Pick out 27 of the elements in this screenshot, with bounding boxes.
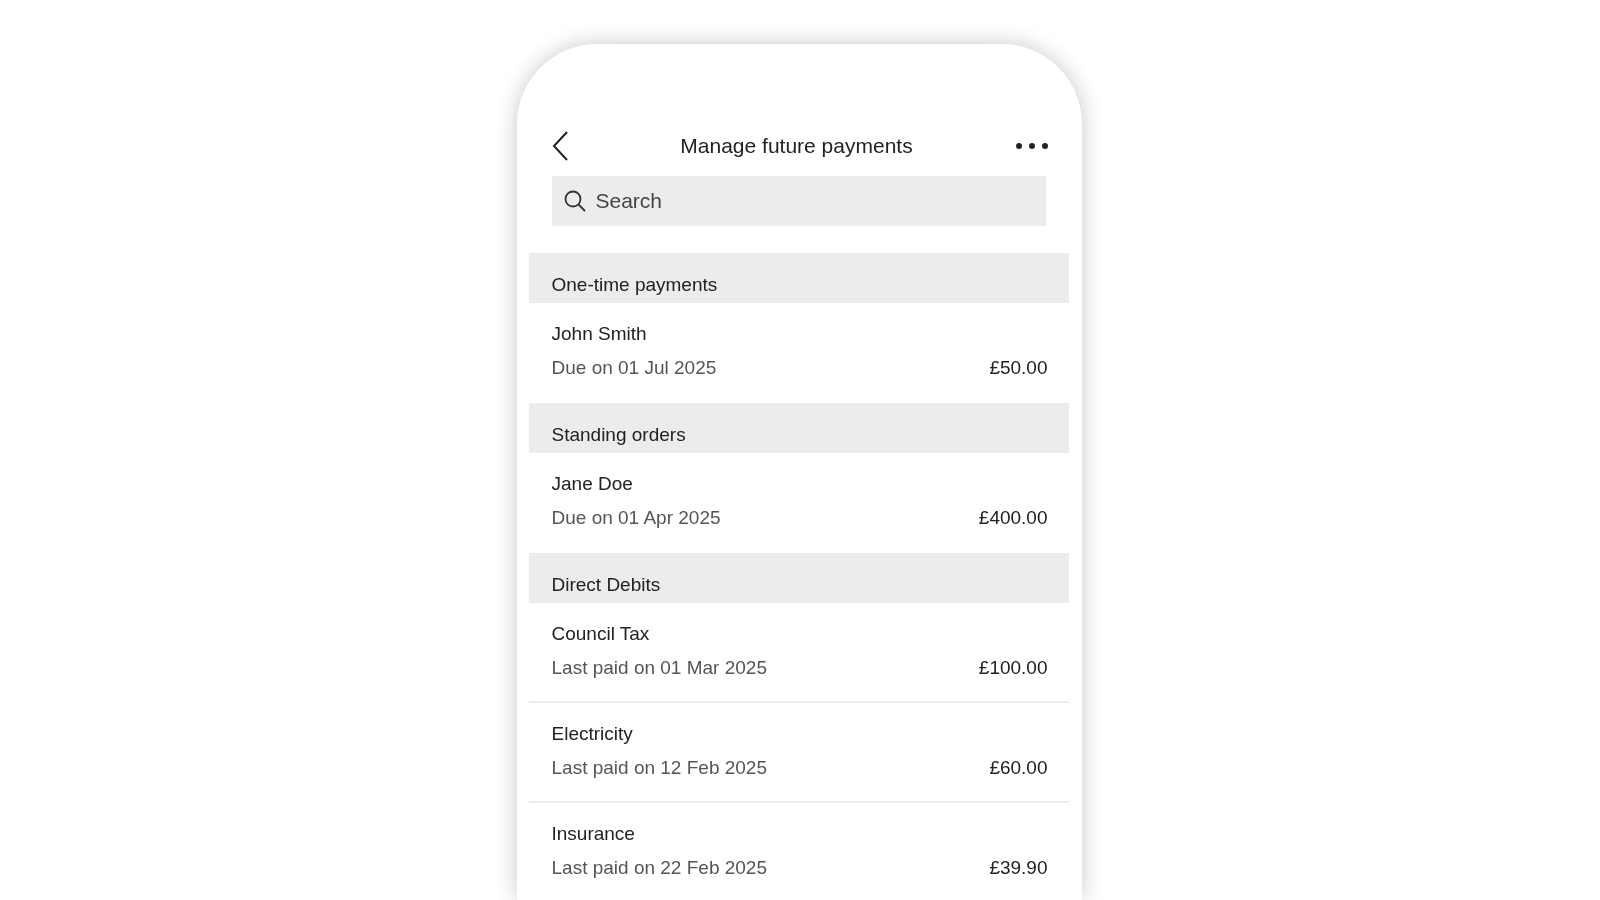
- payment-row[interactable]: Insurance Last paid on 22 Feb 2025 £39.90: [528, 803, 1069, 900]
- payment-amount: £400.00: [978, 507, 1048, 529]
- payee-name: John Smith: [551, 323, 648, 345]
- section-header: Standing orders: [528, 403, 1069, 453]
- payment-row[interactable]: Jane Doe Due on 01 Apr 2025 £400.00: [528, 453, 1069, 553]
- payment-date: Last paid on 01 Mar 2025: [551, 657, 767, 679]
- payment-row[interactable]: Electricity Last paid on 12 Feb 2025 £60.00: [528, 703, 1069, 803]
- payee-name: Council Tax: [551, 623, 651, 645]
- payment-row[interactable]: Council Tax Last paid on 01 Mar 2025 £100.00: [528, 603, 1069, 703]
- payment-amount: £39.90: [989, 857, 1048, 879]
- screen-title: Manage future payments: [680, 134, 913, 158]
- payment-amount: £100.00: [978, 657, 1048, 679]
- more-options-button[interactable]: [1014, 142, 1049, 150]
- back-button[interactable]: [550, 130, 569, 162]
- payment-date: Due on 01 Jul 2025: [551, 357, 717, 379]
- payment-amount: £50.00: [989, 357, 1048, 379]
- payee-name: Electricity: [551, 723, 634, 745]
- payee-name: Insurance: [551, 823, 636, 845]
- payment-date: Last paid on 12 Feb 2025: [551, 757, 767, 779]
- payment-row[interactable]: John Smith Due on 01 Jul 2025 £50.00: [528, 303, 1069, 403]
- section-header: Direct Debits: [528, 553, 1069, 603]
- payment-date: Due on 01 Apr 2025: [551, 507, 721, 529]
- payment-amount: £60.00: [989, 757, 1048, 779]
- payment-date: Last paid on 22 Feb 2025: [551, 857, 767, 879]
- search-field[interactable]: Search: [551, 176, 1046, 226]
- section-header: One-time payments: [528, 253, 1069, 303]
- payee-name: Jane Doe: [551, 473, 634, 495]
